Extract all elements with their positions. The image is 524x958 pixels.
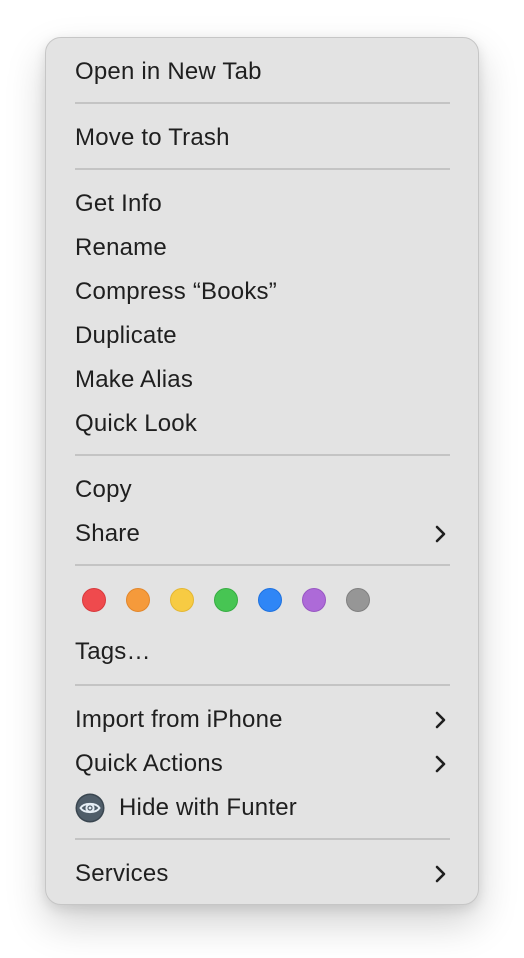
tag-yellow-dot[interactable] bbox=[170, 588, 194, 612]
menu-item-label: Compress “Books” bbox=[75, 278, 277, 305]
menu-separator bbox=[75, 684, 450, 686]
menu-separator bbox=[75, 168, 450, 170]
menu-item-duplicate[interactable]: Duplicate bbox=[75, 314, 450, 358]
menu-item-label: Hide with Funter bbox=[119, 794, 297, 821]
menu-separator bbox=[75, 838, 450, 840]
menu-item-label: Duplicate bbox=[75, 322, 177, 349]
menu-item-label: Make Alias bbox=[75, 366, 194, 393]
menu-item-open-in-new-tab[interactable]: Open in New Tab bbox=[75, 50, 450, 94]
context-menu: Open in New Tab Move to Trash Get Info R… bbox=[45, 37, 479, 905]
menu-separator bbox=[75, 102, 450, 104]
eye-icon bbox=[75, 793, 105, 823]
menu-separator bbox=[75, 564, 450, 566]
tag-red-dot[interactable] bbox=[82, 588, 106, 612]
menu-item-rename[interactable]: Rename bbox=[75, 226, 450, 270]
tag-color-row bbox=[82, 587, 370, 617]
tag-orange-dot[interactable] bbox=[126, 588, 150, 612]
menu-item-tags[interactable]: Tags… bbox=[75, 630, 450, 674]
chevron-right-icon bbox=[435, 755, 446, 773]
menu-item-label: Rename bbox=[75, 234, 167, 261]
menu-item-compress[interactable]: Compress “Books” bbox=[75, 270, 450, 314]
menu-item-label: Services bbox=[75, 860, 169, 887]
menu-item-label: Copy bbox=[75, 476, 132, 503]
menu-separator bbox=[75, 454, 450, 456]
menu-item-get-info[interactable]: Get Info bbox=[75, 182, 450, 226]
chevron-right-icon bbox=[435, 865, 446, 883]
menu-item-quick-actions[interactable]: Quick Actions bbox=[75, 742, 450, 786]
menu-item-label: Move to Trash bbox=[75, 124, 230, 151]
menu-item-make-alias[interactable]: Make Alias bbox=[75, 358, 450, 402]
menu-item-share[interactable]: Share bbox=[75, 512, 450, 556]
menu-item-copy[interactable]: Copy bbox=[75, 468, 450, 512]
menu-item-hide-with-funter[interactable]: Hide with Funter bbox=[75, 786, 450, 830]
menu-item-move-to-trash[interactable]: Move to Trash bbox=[75, 116, 450, 160]
tag-green-dot[interactable] bbox=[214, 588, 238, 612]
menu-item-quick-look[interactable]: Quick Look bbox=[75, 402, 450, 446]
tag-gray-dot[interactable] bbox=[346, 588, 370, 612]
menu-item-label: Tags… bbox=[75, 638, 151, 665]
menu-item-label: Quick Look bbox=[75, 410, 198, 437]
tag-purple-dot[interactable] bbox=[302, 588, 326, 612]
chevron-right-icon bbox=[435, 711, 446, 729]
menu-item-label: Import from iPhone bbox=[75, 706, 283, 733]
chevron-right-icon bbox=[435, 525, 446, 543]
tag-blue-dot[interactable] bbox=[258, 588, 282, 612]
menu-item-import-from-iphone[interactable]: Import from iPhone bbox=[75, 698, 450, 742]
menu-item-label: Open in New Tab bbox=[75, 58, 262, 85]
menu-item-label: Share bbox=[75, 520, 141, 547]
menu-item-label: Quick Actions bbox=[75, 750, 223, 777]
menu-item-label: Get Info bbox=[75, 190, 162, 217]
menu-item-services[interactable]: Services bbox=[75, 852, 450, 896]
